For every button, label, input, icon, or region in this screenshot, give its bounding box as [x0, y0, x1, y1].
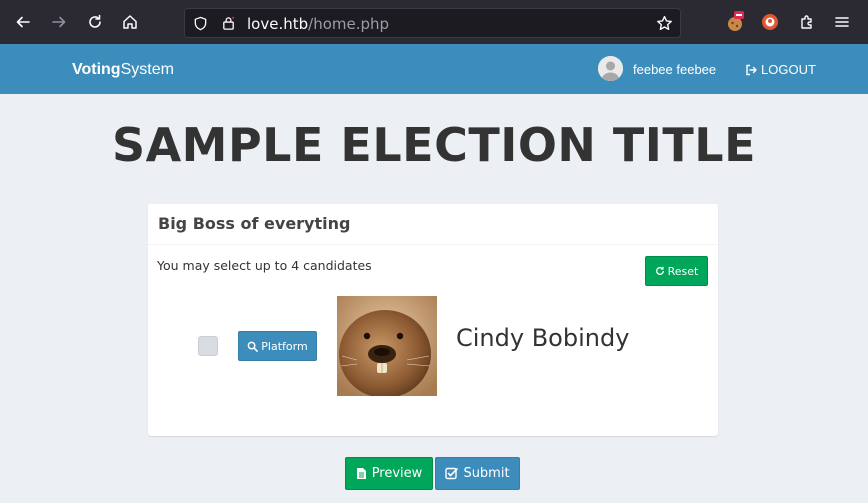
- brand-rest: System: [120, 61, 174, 78]
- forward-button[interactable]: [47, 10, 71, 34]
- user-avatar-icon: [598, 56, 623, 81]
- extension-duckduckgo-button[interactable]: [758, 10, 782, 34]
- shield-icon: [194, 16, 207, 31]
- position-header: Big Boss of everyting: [148, 204, 718, 245]
- brand-logo[interactable]: VotingSystem: [72, 61, 174, 79]
- submit-label: Submit: [463, 466, 510, 481]
- arrow-right-icon: [52, 16, 66, 28]
- home-icon: [123, 15, 137, 29]
- platform-label: Platform: [261, 339, 308, 353]
- reset-label: Reset: [667, 264, 699, 278]
- extension-cookie-button[interactable]: [723, 10, 747, 34]
- sign-out-icon: [746, 64, 757, 75]
- submit-button[interactable]: Submit: [435, 457, 520, 490]
- username[interactable]: feebee feebee: [633, 62, 716, 77]
- bookmark-star-icon[interactable]: [656, 15, 673, 32]
- logout-link[interactable]: LOGOUT: [745, 62, 816, 77]
- reload-icon: [89, 14, 101, 28]
- back-button[interactable]: [11, 10, 35, 34]
- file-text-icon: [356, 468, 366, 479]
- lock-icon: [223, 16, 235, 30]
- arrow-left-icon: [16, 16, 30, 28]
- url-path: /home.php: [308, 15, 390, 33]
- selection-instructions: You may select up to 4 candidates: [157, 258, 372, 273]
- refresh-icon: [655, 266, 664, 275]
- position-title: Big Boss of everyting: [158, 214, 351, 233]
- cookie-extension-icon: [728, 11, 744, 31]
- url-host: love.htb: [247, 15, 309, 33]
- brand-bold: Voting: [72, 61, 121, 78]
- url-text: love.htb/home.php: [247, 15, 389, 33]
- position-box: Big Boss of everyting You may select up …: [148, 204, 718, 436]
- preview-label: Preview: [371, 466, 423, 481]
- hamburger-menu-icon: [835, 17, 849, 27]
- candidate-photo: [337, 296, 437, 396]
- reload-button[interactable]: [83, 10, 107, 34]
- duckduckgo-icon: [762, 14, 778, 30]
- platform-button[interactable]: Platform: [238, 331, 317, 361]
- beaver-photo-icon: [337, 296, 437, 396]
- reset-button[interactable]: Reset: [645, 256, 708, 286]
- election-title: SAMPLE ELECTION TITLE: [111, 118, 757, 172]
- browser-toolbar: love.htb/home.php: [0, 0, 868, 44]
- search-icon: [247, 341, 259, 352]
- logout-label: LOGOUT: [761, 62, 816, 77]
- app-navbar: VotingSystem feebee feebee LOGOUT: [0, 44, 868, 94]
- home-button[interactable]: [118, 10, 142, 34]
- menu-button[interactable]: [830, 10, 854, 34]
- address-bar[interactable]: love.htb/home.php: [184, 8, 681, 38]
- candidate-checkbox[interactable]: [198, 336, 218, 356]
- avatar[interactable]: [598, 56, 623, 81]
- puzzle-icon: [801, 15, 812, 29]
- check-square-icon: [445, 467, 459, 480]
- candidate-name: Cindy Bobindy: [456, 324, 630, 352]
- extensions-button[interactable]: [795, 10, 819, 34]
- preview-button[interactable]: Preview: [345, 457, 433, 490]
